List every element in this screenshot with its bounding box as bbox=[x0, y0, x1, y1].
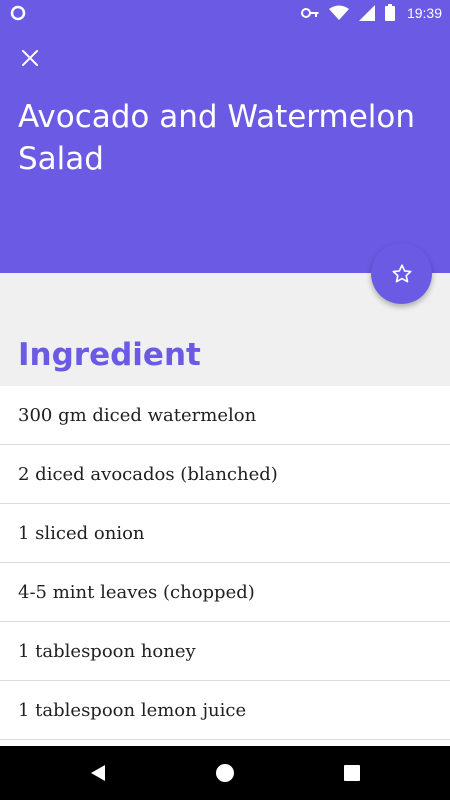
close-button[interactable] bbox=[14, 42, 46, 74]
close-icon bbox=[22, 50, 38, 66]
recipe-title: Avocado and Watermelon Salad bbox=[18, 99, 416, 177]
recents-button[interactable] bbox=[341, 762, 363, 784]
status-bar: 19:39 bbox=[0, 0, 450, 26]
vpn-key-icon bbox=[300, 7, 319, 18]
list-item: 1 tablespoon lemon juice bbox=[0, 681, 450, 740]
recipe-header: Avocado and Watermelon Salad bbox=[0, 26, 450, 273]
ingredients-list: 300 gm diced watermelon 2 diced avocados… bbox=[0, 386, 450, 746]
ingredients-heading: Ingredient bbox=[18, 337, 201, 373]
list-item: 1 tablespoon honey bbox=[0, 622, 450, 681]
list-item: 300 gm diced watermelon bbox=[0, 386, 450, 445]
status-time: 19:39 bbox=[406, 4, 442, 21]
favorite-button[interactable] bbox=[371, 243, 432, 304]
wifi-icon bbox=[328, 5, 349, 20]
recents-icon bbox=[344, 765, 360, 781]
star-outline-icon bbox=[391, 263, 412, 283]
list-item: 1 sliced onion bbox=[0, 504, 450, 563]
battery-icon bbox=[384, 4, 395, 21]
back-icon bbox=[91, 765, 105, 781]
list-item: 2 diced avocados (blanched) bbox=[0, 445, 450, 504]
list-item: 4-5 mint leaves (chopped) bbox=[0, 563, 450, 622]
app-notification-icon bbox=[10, 5, 26, 21]
signal-icon bbox=[358, 4, 375, 21]
back-button[interactable] bbox=[87, 762, 109, 784]
home-button[interactable] bbox=[214, 762, 236, 784]
navigation-bar bbox=[0, 746, 450, 800]
home-icon bbox=[216, 764, 234, 782]
